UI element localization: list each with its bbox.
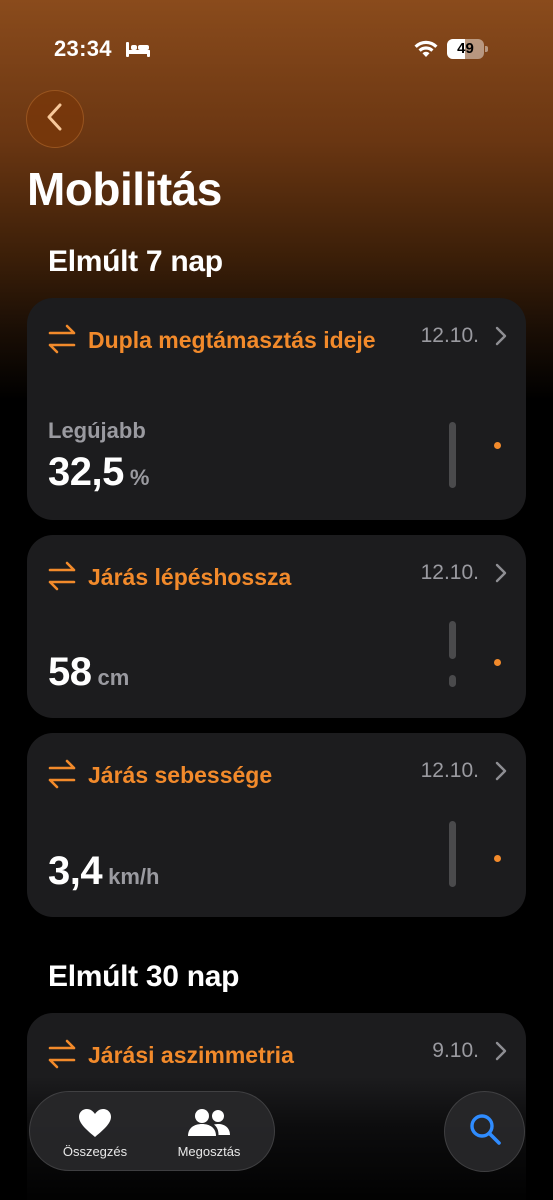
battery-percentage: 49 xyxy=(457,40,474,57)
chevron-right-icon xyxy=(495,761,507,786)
mini-chart-bar xyxy=(449,821,456,887)
back-button[interactable] xyxy=(26,90,84,148)
mini-chart-bar xyxy=(449,621,456,659)
mobility-arrows-icon xyxy=(47,320,77,361)
metric-value: 32,5% xyxy=(48,450,149,495)
value-number: 58 xyxy=(48,650,92,694)
card-title: Járás sebessége xyxy=(88,762,273,788)
tab-sharing[interactable]: Megosztás xyxy=(149,1092,269,1172)
card-title: Járás lépéshossza xyxy=(88,564,292,590)
tab-label: Megosztás xyxy=(177,1144,241,1159)
chevron-right-icon xyxy=(495,563,507,588)
mini-chart-bar xyxy=(449,675,456,687)
people-icon xyxy=(187,1106,231,1140)
status-time: 23:34 xyxy=(54,36,112,61)
card-date: 9.10. xyxy=(432,1039,479,1062)
heart-icon xyxy=(78,1106,112,1140)
card-title: Járási aszimmetria xyxy=(88,1042,294,1068)
mini-chart-dot xyxy=(494,442,501,449)
value-unit: % xyxy=(129,465,150,490)
section-title-30-days: Elmúlt 30 nap xyxy=(48,960,240,993)
mini-chart-bar xyxy=(449,422,456,488)
chevron-right-icon xyxy=(495,326,507,351)
chevron-right-icon xyxy=(495,1041,507,1066)
chevron-left-icon xyxy=(45,102,65,137)
value-unit: cm xyxy=(97,665,130,690)
wifi-icon xyxy=(413,39,439,64)
mobility-arrows-icon xyxy=(47,755,77,796)
value-unit: km/h xyxy=(108,864,160,889)
search-icon xyxy=(468,1112,502,1151)
tab-label: Összegzés xyxy=(62,1144,128,1159)
card-title: Dupla megtámasztás ideje xyxy=(88,327,376,353)
card-date: 12.10. xyxy=(420,324,479,347)
metric-card-step-length[interactable]: Járás lépéshossza 12.10. 58 cm xyxy=(27,535,526,718)
metric-value: 3,4 km/h xyxy=(48,849,159,894)
tab-bar: Összegzés Megosztás xyxy=(29,1091,275,1171)
mini-chart-dot xyxy=(494,659,501,666)
metric-card-walking-speed[interactable]: Járás sebessége 12.10. 3,4 km/h xyxy=(27,733,526,917)
battery-indicator: 49 xyxy=(447,39,488,59)
tab-summary[interactable]: Összegzés xyxy=(35,1092,155,1172)
card-date: 12.10. xyxy=(420,759,479,782)
mini-chart-dot xyxy=(494,855,501,862)
mobility-arrows-icon xyxy=(47,1035,77,1076)
metric-card-double-support[interactable]: Dupla megtámasztás ideje 12.10. Legújabb… xyxy=(27,298,526,520)
bed-icon xyxy=(125,40,151,63)
latest-label: Legújabb xyxy=(48,418,146,443)
search-button[interactable] xyxy=(444,1091,525,1172)
status-bar: 23:34 49 xyxy=(0,36,553,66)
page-title: Mobilitás xyxy=(27,163,222,215)
mobility-arrows-icon xyxy=(47,557,77,598)
metric-value: 58 cm xyxy=(48,650,129,695)
value-number: 32,5 xyxy=(48,450,124,494)
section-title-7-days: Elmúlt 7 nap xyxy=(48,245,223,278)
value-number: 3,4 xyxy=(48,849,103,893)
card-date: 12.10. xyxy=(420,561,479,584)
